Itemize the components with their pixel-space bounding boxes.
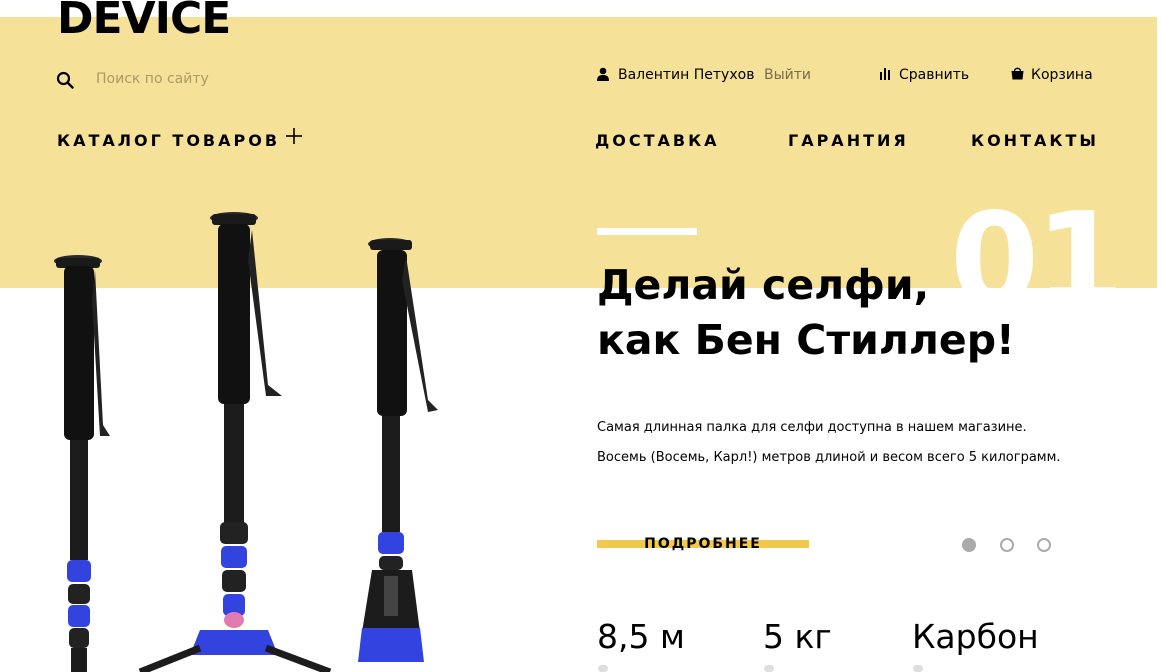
spec-material: Карбон [912,617,1039,656]
logout-link[interactable]: Выйти [764,66,811,84]
compare-icon [880,68,890,80]
compare-link[interactable]: Сравнить [899,66,969,84]
nav-warranty[interactable]: ГАРАНТИЯ [788,131,909,151]
nav-contacts[interactable]: КОНТАКТЫ [971,131,1099,151]
site-logo[interactable]: DEVICE [57,0,231,44]
search-input[interactable] [90,66,322,92]
search-icon[interactable] [56,71,74,89]
user-name-link[interactable]: Валентин Петухов [618,66,754,84]
spec-caption-stub [913,665,923,672]
user-icon [597,67,609,81]
slide-accent-line [597,228,697,235]
slide-title-line-2: как Бен Стиллер! [597,316,1015,364]
slide-description-line-1: Самая длинная палка для селфи доступна в… [597,420,1027,435]
slide-title-line-1: Делай селфи, [597,261,930,309]
slide-description-line-2: Восемь (Восемь, Карл!) метров длиной и в… [597,450,1061,465]
slider-dot-2[interactable] [1000,538,1014,552]
slide-description: Самая длинная палка для селфи доступна в… [597,413,1117,473]
product-image [54,212,438,672]
cart-link[interactable]: Корзина [1031,66,1093,84]
slider-dot-1[interactable] [962,538,976,552]
more-button[interactable]: ПОДРОБНЕЕ [597,534,809,554]
spec-length: 8,5 м [597,617,685,656]
spec-weight: 5 кг [763,617,832,656]
plus-icon[interactable] [284,126,304,146]
slider-dot-3[interactable] [1037,538,1051,552]
cart-icon [1011,67,1024,80]
spec-caption-stub [598,665,608,672]
spec-caption-stub [764,665,774,672]
slide-title: Делай селфи, как Бен Стиллер! [597,258,1117,368]
nav-delivery[interactable]: ДОСТАВКА [595,131,720,151]
catalog-menu-button[interactable]: КАТАЛОГ ТОВАРОВ [57,131,280,151]
